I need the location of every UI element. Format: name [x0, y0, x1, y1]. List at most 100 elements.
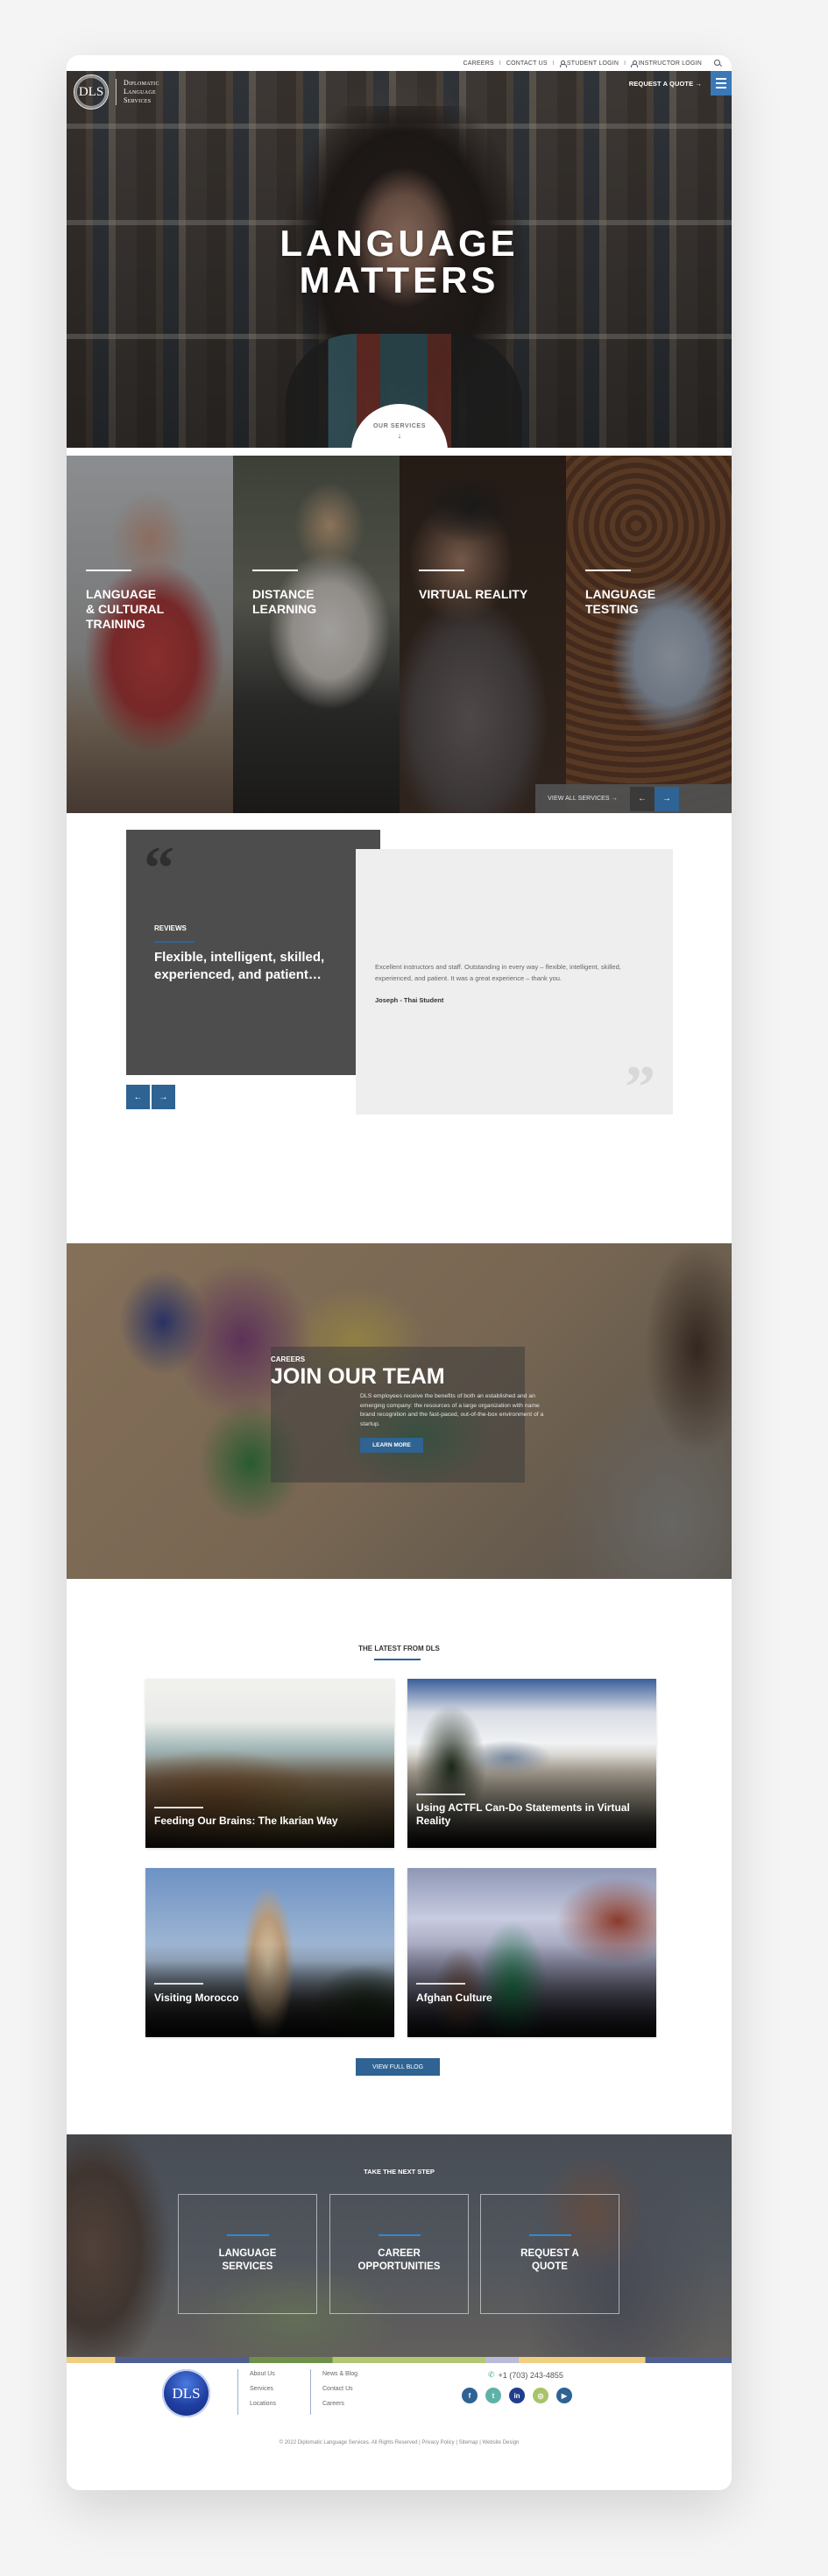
separator: I	[499, 60, 501, 67]
linkedin-icon[interactable]: in	[509, 2388, 525, 2403]
footer-logo[interactable]: DLS	[162, 2369, 210, 2417]
careers-kicker: CAREERS	[271, 1355, 306, 1363]
phone-number: +1 (703) 243-4855	[498, 2370, 563, 2380]
cta-language-services[interactable]: Language Services	[178, 2194, 317, 2314]
post-overlay	[407, 1868, 656, 2037]
service-title: Language Testing	[585, 587, 655, 617]
footer-link-careers[interactable]: Careers	[322, 2399, 357, 2410]
utility-nav: CAREERS I CONTACT US I STUDENT LOGIN I I…	[67, 55, 732, 71]
service-card-virtual-reality[interactable]: Virtual Reality	[400, 456, 566, 813]
view-all-services-link[interactable]: VIEW ALL SERVICES →	[535, 796, 630, 802]
instagram-icon[interactable]: ◎	[533, 2388, 548, 2403]
arrow-right-icon: →	[662, 794, 671, 803]
social-glyph: in	[513, 2391, 520, 2400]
footer-link-locations[interactable]: Locations	[250, 2399, 276, 2410]
card-overlay	[67, 456, 233, 813]
footer-link-services[interactable]: Services	[250, 2384, 276, 2395]
footer-link-about[interactable]: About Us	[250, 2369, 276, 2380]
post-title: Feeding Our Brains: The Ikarian Way	[154, 1815, 338, 1827]
title-line: Language	[86, 587, 157, 601]
hero-title: LANGUAGE MATTERS	[67, 225, 732, 299]
quote-open-icon: “	[144, 835, 174, 902]
arrow-left-icon: ←	[133, 1092, 143, 1102]
title-line: Virtual Reality	[419, 587, 528, 601]
instructor-login-link[interactable]: INSTRUCTOR LOGIN	[631, 60, 702, 67]
title-line: Distance	[252, 587, 315, 601]
menu-line	[716, 87, 726, 88]
review-text: Excellent instructors and staff. Outstan…	[375, 963, 621, 982]
careers-section: CAREERS JOIN OUR TEAM DLS employees rece…	[67, 1243, 732, 1579]
next-step-heading: TAKE THE NEXT STEP	[364, 2168, 435, 2176]
title-line: Testing	[585, 602, 639, 616]
services-next-button[interactable]: →	[655, 786, 679, 811]
post-title: Using ACTFL Can-Do Statements in Virtual…	[416, 1801, 630, 1827]
footer-link-contact[interactable]: Contact Us	[322, 2384, 357, 2395]
cta-label-line: Career	[378, 2248, 421, 2259]
kicker-accent-bar	[154, 941, 195, 943]
arrow-down-icon: ↓	[397, 431, 402, 440]
blog-post-card[interactable]: Using ACTFL Can-Do Statements in Virtual…	[407, 1679, 656, 1848]
cta-accent-bar	[379, 2234, 421, 2236]
footer-phone-link[interactable]: ✆ +1 (703) 243-4855	[488, 2370, 563, 2380]
post-accent-bar	[416, 1983, 465, 1985]
reviews-nav: ← →	[126, 1085, 175, 1109]
student-login-link[interactable]: STUDENT LOGIN	[559, 60, 619, 67]
menu-line	[716, 78, 726, 80]
cta-label: Career Opportunities	[330, 2247, 468, 2274]
cta-label-line: Request A	[520, 2248, 579, 2259]
phone-icon: ✆	[488, 2370, 495, 2379]
logo-divider	[116, 79, 117, 105]
request-quote-link[interactable]: REQUEST A QUOTE →	[629, 80, 702, 88]
blog-post-card[interactable]: Afghan Culture	[407, 1868, 656, 2037]
contact-link[interactable]: CONTACT US	[506, 60, 548, 67]
next-step-section: TAKE THE NEXT STEP Language Services Car…	[67, 2134, 732, 2357]
card-accent-bar	[252, 570, 298, 571]
card-overlay	[400, 456, 566, 813]
twitter-icon[interactable]: t	[485, 2388, 501, 2403]
blog-post-card[interactable]: Visiting Morocco	[145, 1868, 394, 2037]
card-accent-bar	[86, 570, 131, 571]
card-accent-bar	[585, 570, 631, 571]
user-icon	[559, 60, 567, 67]
review-detail-panel: Excellent instructors and staff. Outstan…	[356, 849, 673, 1122]
social-glyph: t	[492, 2391, 495, 2400]
blog-heading: THE LATEST FROM DLS	[358, 1645, 440, 1652]
site-logo[interactable]: DLS Diplomatic Language Services	[74, 74, 159, 110]
cta-label: Request A Quote	[481, 2247, 619, 2274]
view-full-blog-button[interactable]: VIEW FULL BLOG	[356, 2058, 440, 2076]
cta-label-line: Language	[218, 2248, 277, 2259]
careers-link[interactable]: CAREERS	[463, 60, 493, 67]
review-author: Joseph - Thai Student	[375, 996, 444, 1004]
logo-line: Services	[124, 96, 152, 104]
service-card-language-cultural-training[interactable]: Language & Cultural Training	[67, 456, 233, 813]
service-card-distance-learning[interactable]: Distance Learning	[233, 456, 400, 813]
cta-label-line: Services	[222, 2261, 273, 2272]
service-card-language-testing[interactable]: Language Testing	[566, 456, 732, 813]
reviews-kicker: REVIEWS	[154, 924, 187, 932]
cta-label: Language Services	[179, 2247, 316, 2274]
learn-more-button[interactable]: LEARN MORE	[360, 1438, 423, 1453]
cta-request-quote[interactable]: Request A Quote	[480, 2194, 619, 2314]
footer-link-news-blog[interactable]: News & Blog	[322, 2369, 357, 2380]
title-line: Training	[86, 617, 145, 631]
reviews-summary-panel: “ REVIEWS Flexible, intelligent, skilled…	[126, 830, 380, 1075]
search-icon[interactable]	[714, 60, 721, 67]
reviews-prev-button[interactable]: ←	[126, 1085, 150, 1109]
social-glyph: ◎	[537, 2391, 544, 2400]
reviews-next-button[interactable]: →	[152, 1085, 175, 1109]
blog-post-card[interactable]: Feeding Our Brains: The Ikarian Way	[145, 1679, 394, 1848]
title-line: & Cultural	[86, 602, 165, 616]
cta-career-opportunities[interactable]: Career Opportunities	[329, 2194, 469, 2314]
arrow-right-icon: →	[159, 1092, 168, 1102]
services-prev-button[interactable]: ←	[630, 786, 655, 811]
youtube-icon[interactable]: ▶	[556, 2388, 572, 2403]
separator: I	[552, 60, 555, 67]
hamburger-menu-button[interactable]	[711, 71, 732, 96]
logo-wordmark: Diplomatic Language Services	[124, 79, 159, 105]
quote-close-icon: ”	[625, 1054, 655, 1122]
social-glyph: f	[468, 2391, 471, 2400]
separator: I	[624, 60, 626, 67]
facebook-icon[interactable]: f	[462, 2388, 478, 2403]
service-title: Language & Cultural Training	[86, 587, 164, 632]
hero-title-line: LANGUAGE	[280, 223, 519, 264]
